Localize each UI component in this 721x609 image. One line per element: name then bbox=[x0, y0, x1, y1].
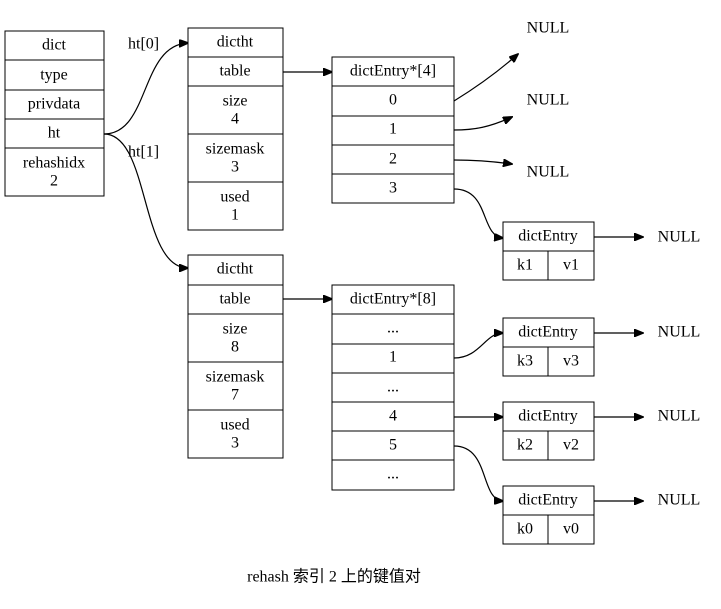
rehash-diagram: dict type privdata ht rehashidx 2 ht[0] … bbox=[4, 20, 701, 586]
table1-bucket-ellipsis-b: ... bbox=[387, 379, 399, 396]
entry-k3-value: v3 bbox=[563, 353, 579, 370]
table1-bucket-ellipsis-c: ... bbox=[387, 466, 399, 483]
dictht0-field-used-name: used bbox=[220, 189, 249, 206]
entry-k3-key: k3 bbox=[517, 353, 533, 370]
dictht1-field-size-name: size bbox=[223, 321, 248, 338]
entry-k0-value: v0 bbox=[563, 521, 579, 538]
table1-title: dictEntry*[8] bbox=[350, 291, 436, 308]
null-k2: NULL bbox=[658, 408, 701, 425]
dict-field-rehashidx-value: 2 bbox=[50, 173, 58, 190]
dict-field-type: type bbox=[40, 67, 68, 84]
table1-bucket-4: 4 bbox=[389, 408, 397, 425]
entry-k2-title: dictEntry bbox=[518, 408, 578, 425]
dictht0-field-sizemask-name: sizemask bbox=[206, 141, 265, 158]
edge-t1-bucket1-entry bbox=[453, 333, 503, 359]
entry-k1-title: dictEntry bbox=[518, 228, 578, 245]
dictht1-field-used-value: 3 bbox=[231, 435, 239, 452]
label-ht0: ht[0] bbox=[128, 36, 159, 53]
dictht0-field-size-value: 4 bbox=[231, 111, 239, 128]
entry-k3-title: dictEntry bbox=[518, 324, 578, 341]
null-k3: NULL bbox=[658, 324, 701, 341]
dict-field-privdata: privdata bbox=[28, 96, 80, 113]
table0-title: dictEntry*[4] bbox=[350, 63, 436, 80]
null-bucket1: NULL bbox=[527, 92, 570, 109]
dict-title: dict bbox=[42, 37, 67, 54]
null-bucket0: NULL bbox=[527, 20, 570, 37]
entry-k2-key: k2 bbox=[517, 437, 533, 454]
entry-k1: dictEntry k1 v1 bbox=[502, 221, 595, 281]
dictht1-field-used-name: used bbox=[220, 417, 249, 434]
entry-k0-key: k0 bbox=[517, 521, 533, 538]
dictht0-title: dictht bbox=[217, 34, 254, 51]
entry-k2: dictEntry k2 v2 bbox=[502, 401, 595, 461]
entry-k2-value: v2 bbox=[563, 437, 579, 454]
edge-ht0 bbox=[103, 43, 188, 135]
dict-field-ht: ht bbox=[48, 125, 61, 142]
null-bucket2: NULL bbox=[527, 164, 570, 181]
dictht0-node: dictht table size 4 sizemask 3 used 1 bbox=[187, 27, 284, 231]
table1-bucket-ellipsis-a: ... bbox=[387, 320, 399, 337]
edge-bucket2-null bbox=[453, 160, 512, 164]
table0-bucket-3: 3 bbox=[389, 180, 397, 197]
edge-bucket0-null bbox=[453, 54, 518, 102]
dictht0-field-sizemask-value: 3 bbox=[231, 159, 239, 176]
dict-field-rehashidx-name: rehashidx bbox=[23, 155, 85, 172]
dict-node: dict type privdata ht rehashidx 2 bbox=[4, 30, 105, 197]
edge-bucket1-null bbox=[453, 117, 512, 131]
table1-bucket-1: 1 bbox=[389, 349, 397, 366]
entry-k1-value: v1 bbox=[563, 257, 579, 274]
table0-bucket-0: 0 bbox=[389, 92, 397, 109]
table0-node: dictEntry*[4] 0 1 2 3 bbox=[331, 56, 455, 204]
dictht1-field-table: table bbox=[219, 291, 250, 308]
diagram-caption: rehash 索引 2 上的键值对 bbox=[247, 568, 421, 586]
entry-k0-title: dictEntry bbox=[518, 492, 578, 509]
edge-t1-bucket5-entry bbox=[453, 445, 503, 501]
table0-bucket-1: 1 bbox=[389, 121, 397, 138]
null-k1: NULL bbox=[658, 229, 701, 246]
label-ht1: ht[1] bbox=[128, 144, 159, 161]
dictht1-field-size-value: 8 bbox=[231, 339, 239, 356]
null-k0: NULL bbox=[658, 492, 701, 509]
dictht1-node: dictht table size 8 sizemask 7 used 3 bbox=[187, 254, 284, 459]
dictht0-field-used-value: 1 bbox=[231, 207, 239, 224]
dictht0-field-size-name: size bbox=[223, 93, 248, 110]
dictht0-field-table: table bbox=[219, 63, 250, 80]
table0-bucket-2: 2 bbox=[389, 151, 397, 168]
dictht1-field-sizemask-value: 7 bbox=[231, 387, 239, 404]
table1-bucket-5: 5 bbox=[389, 437, 397, 454]
entry-k0: dictEntry k0 v0 bbox=[502, 485, 595, 545]
dictht1-field-sizemask-name: sizemask bbox=[206, 369, 265, 386]
entry-k3: dictEntry k3 v3 bbox=[502, 317, 595, 377]
dictht1-title: dictht bbox=[217, 261, 254, 278]
table1-node: dictEntry*[8] ... 1 ... 4 5 ... bbox=[331, 284, 455, 491]
entry-k1-key: k1 bbox=[517, 257, 533, 274]
edge-bucket3-entry bbox=[453, 188, 503, 238]
